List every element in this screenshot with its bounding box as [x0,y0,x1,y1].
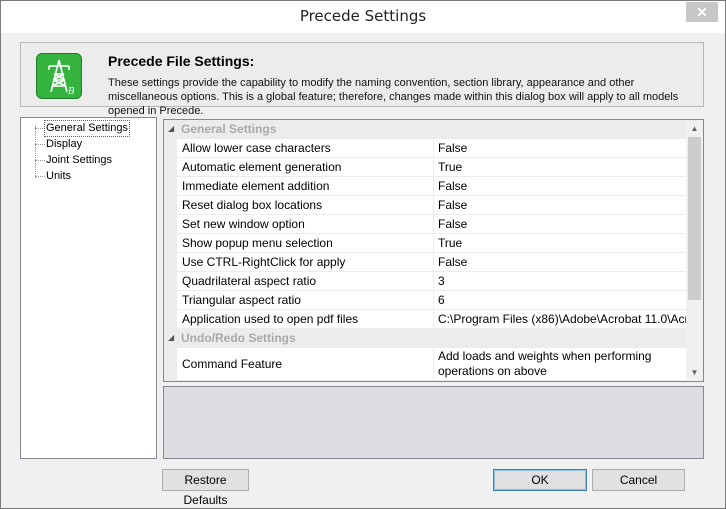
property-row[interactable]: Command Feature Add loads and weights whe… [164,348,688,381]
collapse-icon[interactable]: ◢ [168,124,174,133]
property-row[interactable]: Immediate element addition False [164,177,688,196]
property-row[interactable]: Triangular aspect ratio 6 [164,291,688,310]
header-title: Precede File Settings: [108,53,255,69]
property-row[interactable]: Use CTRL-RightClick for apply False [164,253,688,272]
cancel-button[interactable]: Cancel [592,469,685,491]
scrollbar-thumb[interactable] [688,137,701,300]
vertical-scrollbar[interactable]: ▲ ▼ [686,120,703,381]
category-general-settings[interactable]: ◢ General Settings [164,120,688,139]
settings-tree: General Settings Display Joint Settings … [20,117,157,459]
property-grid: ◢ General Settings Allow lower case char… [163,119,704,382]
scroll-down-icon[interactable]: ▼ [686,364,703,381]
header-description: These settings provide the capability to… [108,77,679,117]
collapse-icon[interactable]: ◢ [168,333,174,342]
close-icon: ✕ [696,4,708,20]
category-undo-redo-settings[interactable]: ◢ Undo/Redo Settings [164,329,688,348]
settings-dialog: Precede Settings ✕ B Precede File Settin… [0,0,726,509]
tree-connector [35,126,36,178]
property-row[interactable]: Allow lower case characters False [164,139,688,158]
header-panel: B Precede File Settings: These settings … [20,42,704,117]
ok-button[interactable]: OK [493,469,587,491]
property-row[interactable]: Application used to open pdf files C:\Pro… [164,310,688,329]
property-row[interactable]: Reset dialog box locations False [164,196,688,215]
title-bar: Precede Settings ✕ [1,1,725,33]
property-row[interactable]: Automatic element generation True [164,158,688,177]
window-title: Precede Settings [299,7,427,25]
close-button[interactable]: ✕ [686,2,718,22]
property-row[interactable]: Quadrilateral aspect ratio 3 [164,272,688,291]
property-row[interactable]: Show popup menu selection True [164,234,688,253]
scroll-up-icon[interactable]: ▲ [686,120,703,137]
tower-logo-icon: B [36,53,82,99]
property-row[interactable]: Set new window option False [164,215,688,234]
svg-text:B: B [67,87,75,96]
restore-defaults-button[interactable]: Restore Defaults [162,469,249,507]
property-description-pane [163,386,704,459]
